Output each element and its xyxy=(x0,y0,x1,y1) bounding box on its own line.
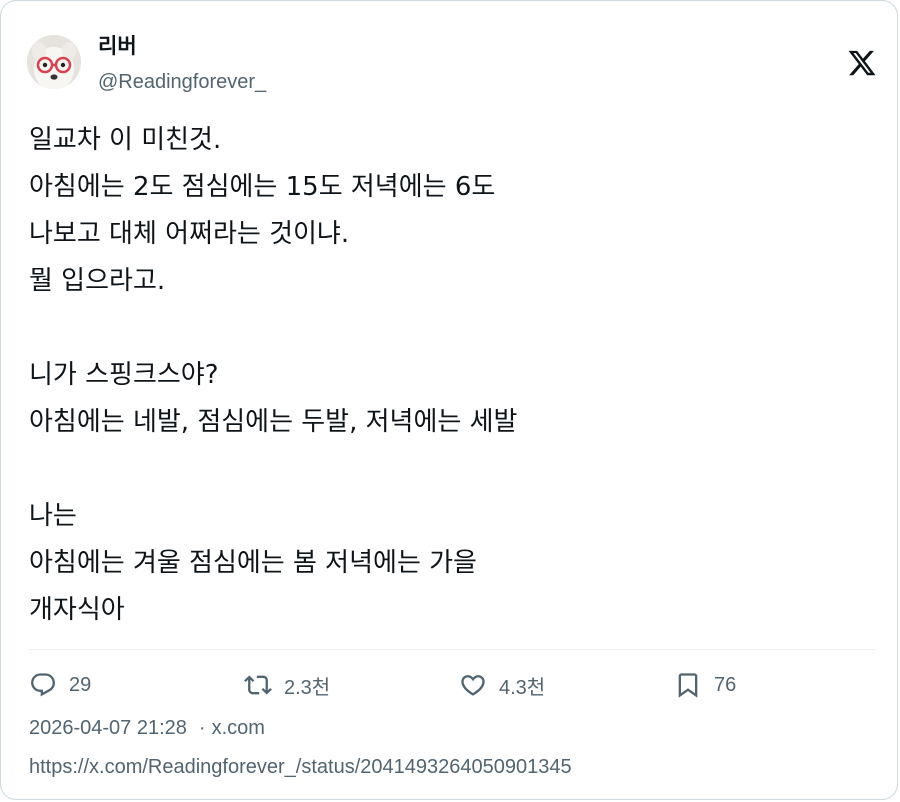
avatar[interactable] xyxy=(27,35,81,89)
bookmark-icon xyxy=(678,673,698,698)
timestamp[interactable]: 2026-04-07 21:28 xyxy=(29,717,187,739)
tweet-line: 아침에는 네발, 점심에는 두발, 저녁에는 세발 xyxy=(29,407,518,437)
source-link[interactable]: x.com xyxy=(212,717,265,739)
author-display-name[interactable]: 리버 xyxy=(98,32,137,60)
divider xyxy=(29,649,875,650)
meta-separator: · xyxy=(198,717,206,739)
retweet-count: 2.3천 xyxy=(284,676,331,699)
like-count: 4.3천 xyxy=(499,676,546,699)
tweet-text: 일교차 이 미친것. 아침에는 2도 점심에는 15도 저녁에는 6도 나보고 … xyxy=(29,117,869,634)
tweet-line: 나는 xyxy=(29,501,77,531)
retweet-icon xyxy=(244,675,272,695)
heart-icon xyxy=(461,675,485,696)
tweet-line: 일교차 이 미친것. xyxy=(29,125,222,155)
author-handle[interactable]: @Readingforever_ xyxy=(98,68,266,96)
like-button[interactable]: 4.3천 xyxy=(459,668,545,702)
tweet-line: 아침에는 겨울 점심에는 봄 저녁에는 가을 xyxy=(29,548,477,578)
reply-count: 29 xyxy=(69,673,92,696)
tweet-line: 아침에는 2도 점심에는 15도 저녁에는 6도 xyxy=(29,172,496,202)
dog-avatar-icon xyxy=(27,35,81,89)
bookmark-count: 76 xyxy=(714,673,737,696)
tweet-meta: 2026-04-07 21:28 · x.com xyxy=(29,712,265,744)
retweet-button[interactable]: 2.3천 xyxy=(244,668,330,702)
tweet-line: 나보고 대체 어쩌라는 것이냐. xyxy=(29,219,350,249)
tweet-line: 뭘 입으라고. xyxy=(29,266,166,296)
tweet-card: 리버 @Readingforever_ 일교차 이 미친것. 아침에는 2도 점… xyxy=(0,0,898,800)
tweet-line: 니가 스핑크스야? xyxy=(29,360,219,390)
x-logo-icon[interactable] xyxy=(847,48,877,78)
bookmark-button[interactable]: 76 xyxy=(674,668,736,702)
tweet-url[interactable]: https://x.com/Readingforever_/status/204… xyxy=(29,751,572,783)
reply-icon xyxy=(31,673,55,697)
reply-button[interactable]: 29 xyxy=(29,668,91,702)
tweet-line: 개자식아 xyxy=(29,595,125,625)
